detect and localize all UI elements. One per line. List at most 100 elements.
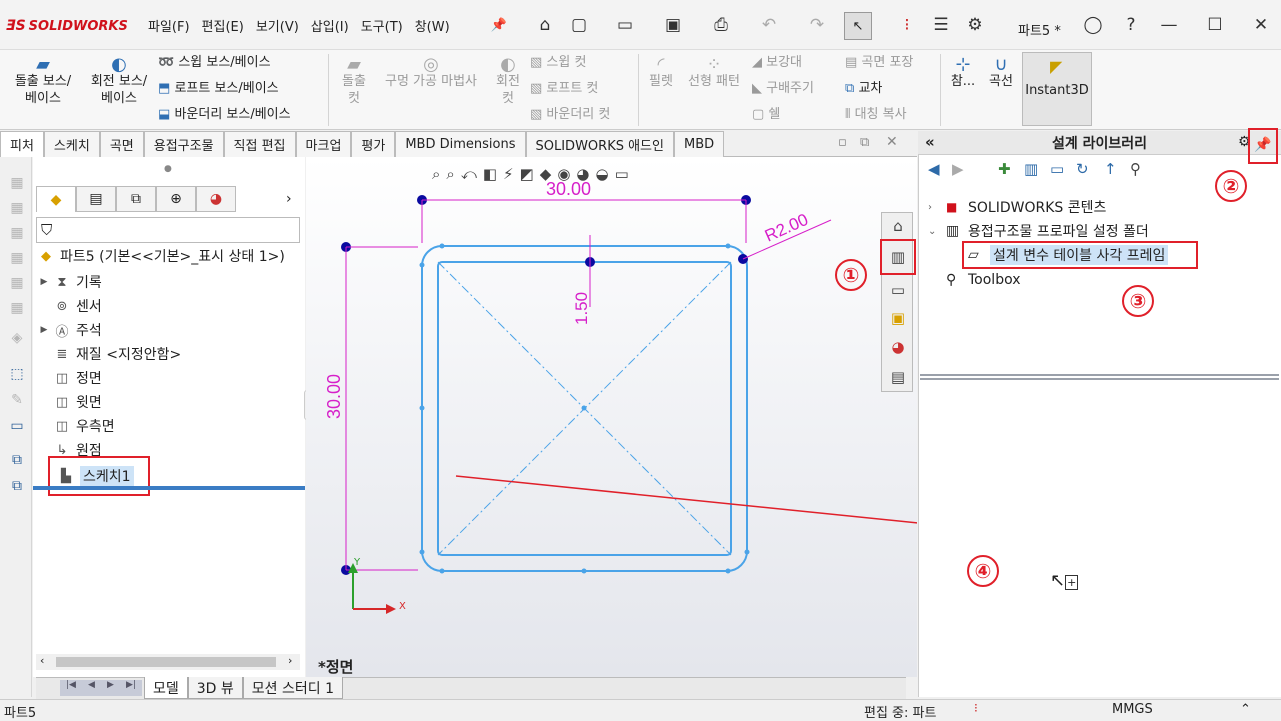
add-to-library-icon[interactable]: ✚ (998, 160, 1011, 182)
expand-arrow-icon[interactable]: ▶ (36, 277, 52, 287)
library-item-toolbox[interactable]: ⚲ Toolbox (946, 268, 1021, 292)
expand-arrow-icon[interactable]: ▶ (36, 325, 52, 335)
feature-tree-tab-icon[interactable]: ◆ (36, 186, 76, 212)
custom-properties-icon[interactable]: ▤ (885, 364, 911, 390)
wrap-button[interactable]: ▤ 곡면 포장 (845, 54, 913, 71)
mirror-button[interactable]: ⫴ 대칭 복사 (845, 106, 907, 123)
dimension-height[interactable]: 30.00 (324, 374, 344, 419)
tool-icon[interactable]: ▦ (6, 300, 28, 320)
back-icon[interactable]: ◀ (928, 160, 940, 182)
minimize-icon[interactable]: — (1156, 12, 1182, 38)
open-icon[interactable]: ▭ (612, 12, 638, 38)
tab-features[interactable]: 피처 (0, 131, 44, 157)
collapse-pane-icon[interactable]: « (925, 133, 935, 151)
tree-item-right-plane[interactable]: ◫ 우측면 (36, 414, 304, 438)
tab-mbd[interactable]: MBD (673, 131, 725, 157)
forward-icon[interactable]: ▶ (952, 160, 964, 182)
menu-edit[interactable]: 편집(E) (202, 16, 244, 35)
loft-cut-button[interactable]: ▧ 로프트 컷 (530, 80, 598, 97)
tree-item-sketch1[interactable]: ▙ 스케치1 (48, 456, 150, 496)
tab-markup[interactable]: 마크업 (295, 131, 352, 157)
close-document-icon[interactable]: ✕ (886, 134, 898, 150)
rollback-bar[interactable] (33, 486, 305, 490)
revolve-cut-button[interactable]: ◐ 회전 컷 (490, 56, 526, 107)
restore-window-icon[interactable]: ⧉ (860, 135, 869, 150)
tool-icon[interactable]: ⧉ (6, 452, 28, 472)
add-file-location-icon[interactable]: ▥ (1024, 160, 1038, 182)
auto-show-pin-icon[interactable]: 📌 (1248, 128, 1278, 164)
undo-icon[interactable]: ↶ (756, 12, 782, 38)
view-palette-icon[interactable]: ▣ (885, 305, 911, 331)
menu-tools[interactable]: 도구(T) (361, 16, 403, 35)
solidworks-logo[interactable]: ƎS SOLIDWORKS (6, 14, 128, 38)
linear-pattern-button[interactable]: ⁘ 선형 패턴 (682, 56, 746, 90)
rib-button[interactable]: ◢ 보강대 (752, 54, 802, 71)
tree-root[interactable]: ◆ 파트5 (기본<<기본>_표시 상태 1>) (36, 244, 304, 268)
tab-scroll-buttons[interactable]: |◀ ◀ ▶ ▶| (60, 680, 142, 696)
pin-menu-icon[interactable]: 📌 (486, 12, 512, 38)
menu-view[interactable]: 보기(V) (256, 16, 299, 35)
reference-geometry-button[interactable]: ⊹ 참... (946, 56, 980, 90)
tab-3d-views[interactable]: 3D 뷰 (187, 677, 243, 699)
tab-direct-editing[interactable]: 직접 편집 (223, 131, 296, 157)
tab-sketch[interactable]: 스케치 (43, 131, 100, 157)
tool-icon[interactable]: ▦ (6, 175, 28, 195)
user-icon[interactable]: ◯ (1080, 12, 1106, 38)
tree-item-sensors[interactable]: ⊚ 센서 (36, 294, 304, 318)
task-pane-home-icon[interactable]: ⌂ (885, 213, 911, 239)
tab-surfaces[interactable]: 곡면 (99, 131, 144, 157)
loft-boss-button[interactable]: ⬒ 로프트 보스/베이스 (158, 80, 279, 97)
file-properties-icon[interactable]: ☰ (928, 12, 954, 38)
extrude-boss-button[interactable]: ▰ 돌출 보스/ 베이스 (8, 56, 78, 107)
tool-icon[interactable]: ▭ (6, 418, 28, 438)
create-folder-icon[interactable]: ▭ (1050, 160, 1064, 182)
new-document-icon[interactable]: ▢ (566, 12, 592, 38)
horizontal-scrollbar[interactable]: ‹ › (36, 654, 300, 670)
select-arrow-icon[interactable]: ↖ (844, 12, 872, 40)
grip-icon[interactable]: ● (164, 164, 172, 174)
tree-item-history[interactable]: ▶ ⧗ 기록 (36, 270, 304, 294)
refresh-icon[interactable]: ↻ (1076, 160, 1089, 182)
tab-weldments[interactable]: 용접구조물 (143, 131, 224, 157)
tree-item-top-plane[interactable]: ◫ 윗면 (36, 390, 304, 414)
configuration-tab-icon[interactable]: ⧉ (116, 186, 156, 212)
menu-insert[interactable]: 삽입(I) (311, 16, 349, 35)
display-manager-tab-icon[interactable]: ◕ (196, 186, 236, 212)
library-item-solidworks-content[interactable]: › ■ SOLIDWORKS 콘텐츠 (928, 195, 1106, 219)
menu-file[interactable]: 파일(F) (148, 16, 190, 35)
dimension-thickness[interactable]: 1.50 (572, 292, 591, 325)
intersect-button[interactable]: ⧉ 교차 (845, 80, 882, 97)
dimension-radius[interactable]: R2.00 (762, 210, 811, 246)
redo-icon[interactable]: ↷ (804, 12, 830, 38)
tool-icon[interactable]: ◈ (6, 330, 28, 350)
print-icon[interactable]: ⎙ (708, 12, 734, 38)
tool-icon[interactable]: ▦ (6, 225, 28, 245)
save-icon[interactable]: ▣ (660, 12, 686, 38)
boundary-cut-button[interactable]: ▧ 바운더리 컷 (530, 106, 610, 123)
tool-icon[interactable]: ⧉ (6, 478, 28, 498)
library-item-weldment-profiles[interactable]: ⌄ ▥ 용접구조물 프로파일 설정 폴더 (928, 219, 1149, 243)
scroll-right-icon[interactable]: › (288, 654, 292, 667)
tool-icon[interactable]: ▦ (6, 200, 28, 220)
tab-model[interactable]: 모델 (144, 677, 188, 699)
help-icon[interactable]: ? (1118, 12, 1144, 38)
scroll-left-icon[interactable]: ‹ (40, 654, 44, 667)
up-one-level-icon[interactable]: ↑ (1104, 160, 1117, 182)
appearances-icon[interactable]: ◕ (885, 334, 911, 360)
collapse-arrow-icon[interactable]: ⌄ (928, 226, 946, 237)
tool-icon[interactable]: ▦ (6, 275, 28, 295)
hole-wizard-button[interactable]: ◎ 구멍 가공 마법사 (376, 56, 486, 90)
swept-boss-button[interactable]: ➿ 스윕 보스/베이스 (158, 54, 271, 71)
expand-arrow-icon[interactable]: › (928, 202, 946, 213)
tool-icon[interactable]: ▦ (6, 250, 28, 270)
file-explorer-icon[interactable]: ▭ (885, 277, 911, 303)
pane-splitter[interactable] (920, 374, 1279, 380)
filter-field[interactable]: ⛉ (36, 217, 300, 243)
scrollbar-thumb[interactable] (56, 657, 276, 667)
toolbox-icon[interactable]: ⚲ (1130, 160, 1141, 182)
property-manager-tab-icon[interactable]: ▤ (76, 186, 116, 212)
menu-window[interactable]: 창(W) (415, 16, 450, 35)
tab-mbd-dimensions[interactable]: MBD Dimensions (395, 131, 526, 157)
tab-addins[interactable]: SOLIDWORKS 애드인 (525, 131, 674, 157)
boundary-boss-button[interactable]: ⬓ 바운더리 보스/베이스 (158, 106, 291, 123)
